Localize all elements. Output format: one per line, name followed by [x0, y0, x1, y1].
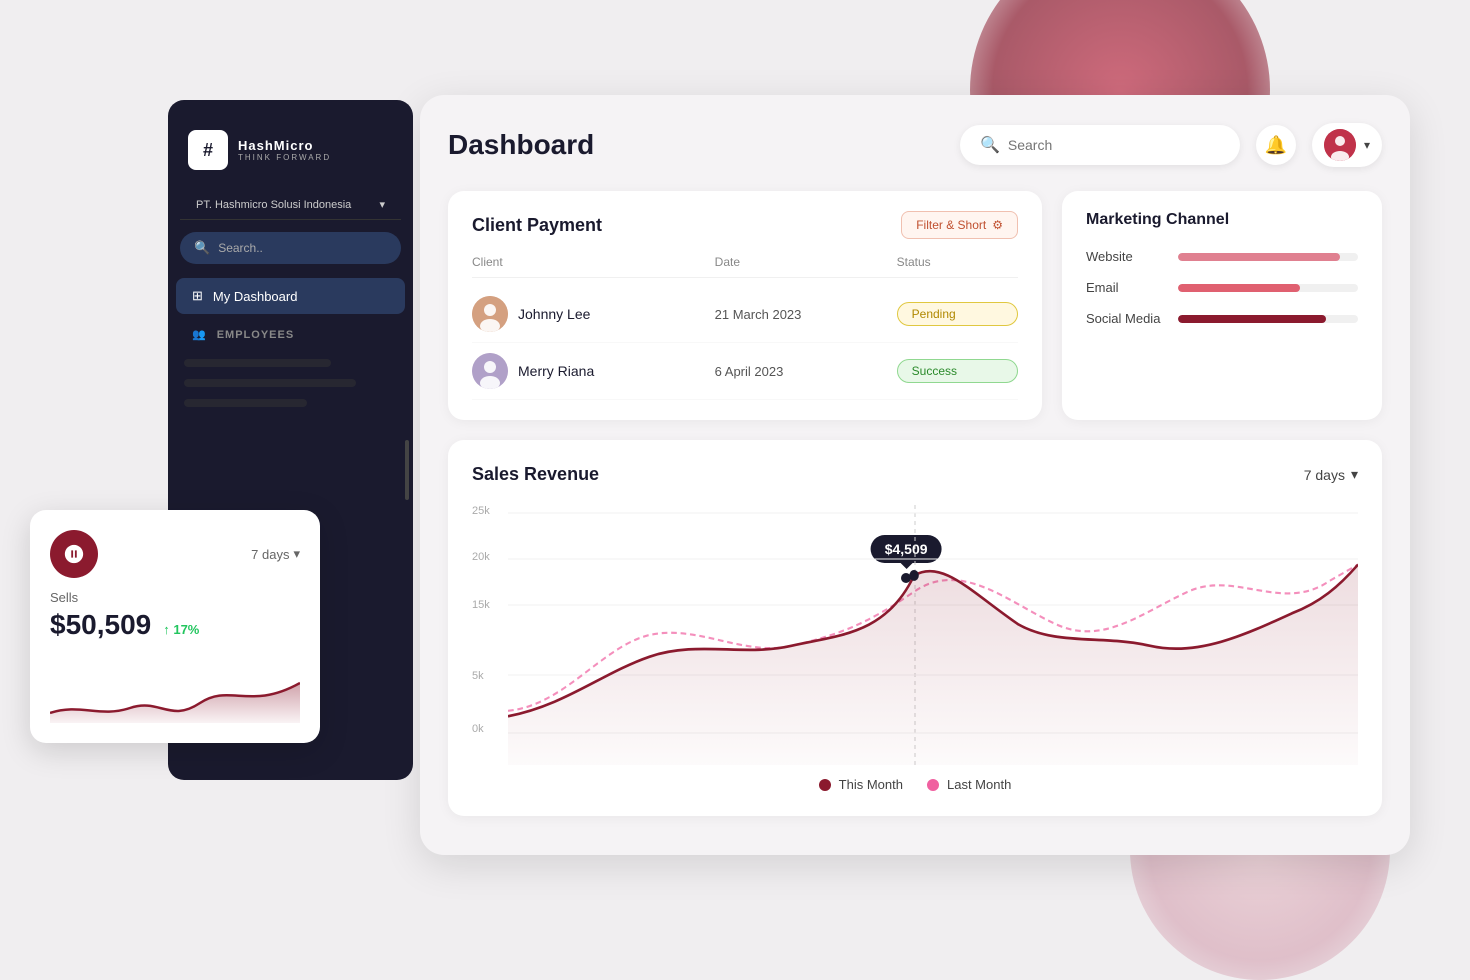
avatar	[1324, 129, 1356, 161]
client-payment-header: Client Payment Filter & Short ⚙	[472, 211, 1018, 239]
chart-area: 25k 20k 15k 5k 0k $4,509	[472, 505, 1358, 765]
mini-card-label: Sells	[50, 590, 300, 605]
channel-label: Email	[1086, 280, 1166, 295]
y-label-5k: 5k	[472, 670, 484, 682]
dashboard-header: Dashboard 🔍 🔔 ▾	[448, 123, 1382, 167]
filter-icon: ⚙	[992, 218, 1003, 232]
dashboard-icon: ⊞	[192, 288, 203, 304]
legend-last-month: Last Month	[927, 777, 1011, 792]
marketing-bar-bg	[1178, 284, 1358, 292]
y-label-0k: 0k	[472, 723, 484, 735]
company-selector[interactable]: PT. Hashmicro Solusi Indonesia ▾	[180, 190, 401, 220]
mini-card-period[interactable]: 7 days ▾	[251, 546, 300, 562]
sidebar-section-employees: 👥 EMPLOYEES	[176, 318, 405, 351]
search-bar[interactable]: 🔍	[960, 125, 1240, 165]
top-content-grid: Client Payment Filter & Short ⚙ Client D…	[448, 191, 1382, 420]
payment-date: 6 April 2023	[715, 364, 897, 379]
filter-short-button[interactable]: Filter & Short ⚙	[901, 211, 1018, 239]
mini-card-header: 7 days ▾	[50, 530, 300, 578]
client-name: Merry Riana	[518, 363, 594, 379]
sidebar-scrollbar[interactable]	[405, 440, 409, 500]
table-header: Client Date Status	[472, 255, 1018, 278]
sidebar-item-dashboard[interactable]: ⊞ My Dashboard	[176, 278, 405, 314]
client-info: Johnny Lee	[472, 296, 715, 332]
logo-icon: #	[188, 130, 228, 170]
employees-icon: 👥	[192, 328, 207, 341]
search-input[interactable]	[1008, 137, 1220, 153]
status-badge: Pending	[897, 302, 1018, 326]
chart-svg	[508, 505, 1358, 765]
marketing-row-email: Email	[1086, 280, 1358, 295]
marketing-bar-email	[1178, 284, 1300, 292]
marketing-bar-social	[1178, 315, 1326, 323]
sidebar-logo: # HashMicro THINK FORWARD	[168, 120, 413, 190]
avatar	[472, 353, 508, 389]
sells-icon	[50, 530, 98, 578]
legend-dot-last	[927, 779, 939, 791]
avatar	[472, 296, 508, 332]
chevron-down-icon: ▾	[293, 546, 300, 562]
mini-card-value: $50,509	[50, 609, 151, 641]
sidebar-placeholder-1	[184, 359, 331, 367]
marketing-channel-card: Marketing Channel Website Email Social M…	[1062, 191, 1382, 420]
logo-text: HashMicro THINK FORWARD	[238, 138, 331, 163]
chevron-down-icon: ▾	[1351, 466, 1358, 483]
sidebar-search[interactable]: 🔍 Search..	[180, 232, 401, 264]
header-right: 🔍 🔔 ▾	[960, 123, 1382, 167]
marketing-row-social: Social Media	[1086, 311, 1358, 326]
client-name: Johnny Lee	[518, 306, 590, 322]
marketing-bar-bg	[1178, 315, 1358, 323]
legend-this-month: This Month	[819, 777, 903, 792]
table-row: Merry Riana 6 April 2023 Success	[472, 343, 1018, 400]
col-header-client: Client	[472, 255, 715, 269]
chevron-down-icon: ▾	[379, 198, 385, 211]
main-panel: Dashboard 🔍 🔔 ▾	[420, 95, 1410, 855]
marketing-bar-website	[1178, 253, 1340, 261]
y-label-25k: 25k	[472, 505, 490, 517]
col-header-date: Date	[715, 255, 897, 269]
chart-legend: This Month Last Month	[472, 777, 1358, 792]
chevron-down-icon: ▾	[1364, 138, 1370, 152]
y-label-20k: 20k	[472, 551, 490, 563]
chart-title: Sales Revenue	[472, 464, 599, 485]
marketing-title: Marketing Channel	[1086, 211, 1358, 229]
table-row: Johnny Lee 21 March 2023 Pending	[472, 286, 1018, 343]
payment-date: 21 March 2023	[715, 307, 897, 322]
marketing-row-website: Website	[1086, 249, 1358, 264]
status-badge: Success	[897, 359, 1018, 383]
legend-dot-this	[819, 779, 831, 791]
mini-sells-card: 7 days ▾ Sells $50,509 ↑ 17%	[30, 510, 320, 743]
channel-label: Website	[1086, 249, 1166, 264]
y-label-15k: 15k	[472, 599, 490, 611]
client-info: Merry Riana	[472, 353, 715, 389]
page-title: Dashboard	[448, 129, 594, 161]
mini-card-growth: ↑ 17%	[163, 622, 199, 637]
col-header-status: Status	[897, 255, 1018, 269]
user-avatar-button[interactable]: ▾	[1312, 123, 1382, 167]
marketing-bar-bg	[1178, 253, 1358, 261]
client-payment-card: Client Payment Filter & Short ⚙ Client D…	[448, 191, 1042, 420]
channel-label: Social Media	[1086, 311, 1166, 326]
sidebar-placeholder-2	[184, 379, 356, 387]
mini-card-chart	[50, 653, 300, 723]
client-payment-title: Client Payment	[472, 215, 602, 236]
search-icon: 🔍	[194, 240, 210, 256]
period-selector[interactable]: 7 days ▾	[1304, 466, 1358, 483]
sidebar-placeholder-3	[184, 399, 307, 407]
sales-revenue-card: Sales Revenue 7 days ▾ 25k 20k 15k 5k 0k…	[448, 440, 1382, 816]
search-icon: 🔍	[980, 135, 1000, 155]
notification-button[interactable]: 🔔	[1256, 125, 1296, 165]
chart-header: Sales Revenue 7 days ▾	[472, 464, 1358, 485]
